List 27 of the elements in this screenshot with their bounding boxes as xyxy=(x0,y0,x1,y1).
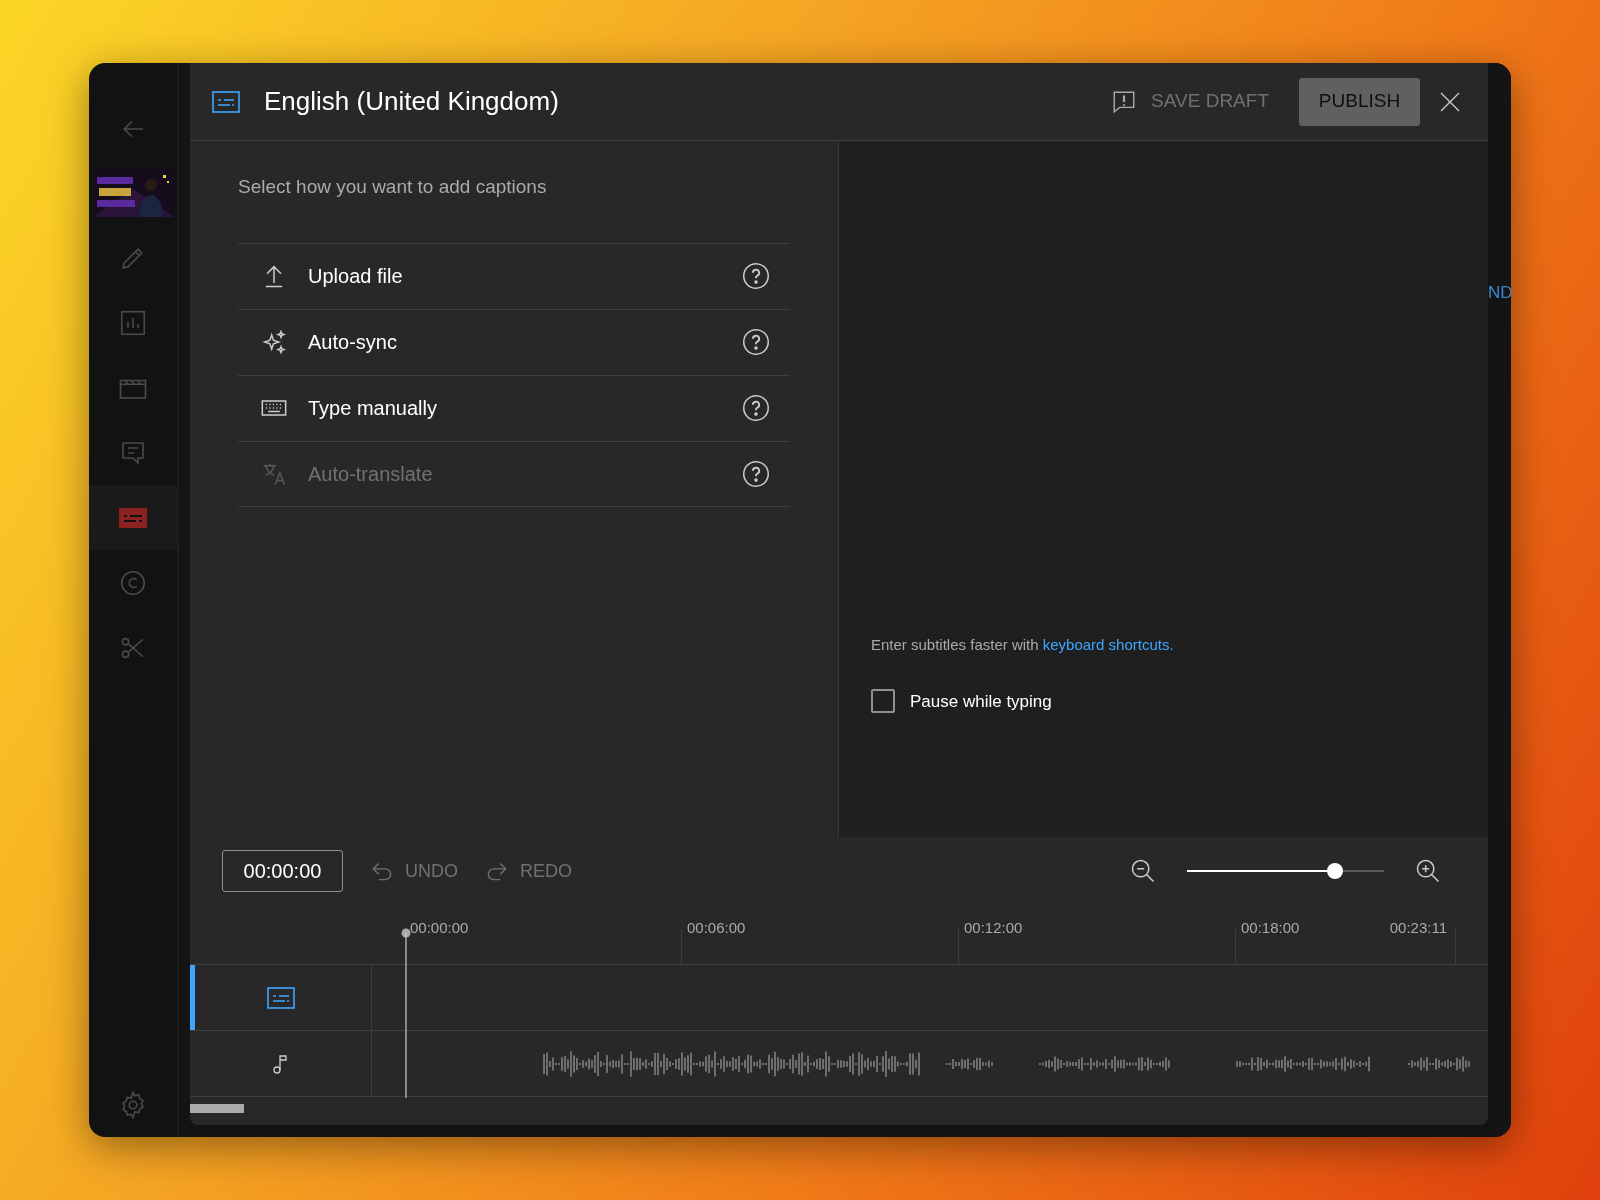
slider-thumb[interactable] xyxy=(1326,863,1343,879)
keyboard-shortcuts-link[interactable]: keyboard shortcuts xyxy=(1042,636,1170,653)
zoom-slider[interactable] xyxy=(1187,863,1384,879)
pause-checkbox-label: Pause while typing xyxy=(910,690,1052,713)
pause-checkbox[interactable] xyxy=(871,689,895,714)
partial-tab-label: ND xyxy=(1488,282,1511,304)
zoom-in-icon[interactable] xyxy=(1414,857,1442,885)
scrollbar-thumb[interactable] xyxy=(190,1104,244,1113)
shortcut-hint: Enter subtitles faster with keyboard shortcuts. xyxy=(871,635,1175,655)
caption-method-item[interactable]: Auto-sync xyxy=(238,308,790,375)
timestamp-label: 00:06:00 xyxy=(687,918,746,938)
zoom-out-icon[interactable] xyxy=(1129,857,1157,885)
timestamp-label: 00:12:00 xyxy=(964,918,1023,938)
captions-icon xyxy=(212,90,240,113)
playhead[interactable] xyxy=(401,928,411,1098)
timestamp-label: 00:23:11 xyxy=(1389,918,1447,938)
dialog-title: English (United Kingdom) xyxy=(264,85,559,118)
caption-method-item[interactable]: Upload file xyxy=(238,242,790,309)
captions-icon xyxy=(266,986,295,1009)
caption-method-prompt: Select how you want to add captions xyxy=(238,175,548,199)
timecode-field[interactable]: 00:00:00 xyxy=(222,850,343,892)
help-icon[interactable] xyxy=(742,262,770,290)
help-icon[interactable] xyxy=(742,394,770,422)
timestamp-label: 00:00:00 xyxy=(410,918,469,938)
help-icon[interactable] xyxy=(742,328,770,356)
timestamp-label: 00:18:00 xyxy=(1241,918,1300,938)
caption-method-item[interactable]: Type manually xyxy=(238,374,790,441)
